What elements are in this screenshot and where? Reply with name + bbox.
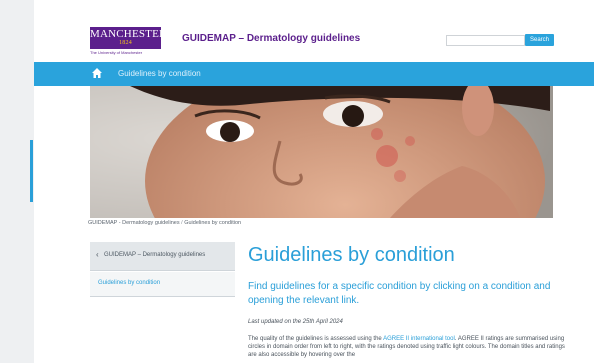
breadcrumb: GUIDEMAP - Dermatology guidelines / Guid… [88,220,241,226]
page-title: Guidelines by condition [248,244,455,266]
body-text: The quality of the guidelines is assesse… [248,335,570,359]
hero-photo [90,86,553,218]
breadcrumb-current: Guidelines by condition [184,220,242,226]
nav-bar: Guidelines by condition [34,62,594,86]
sidebar-item-label: Guidelines by condition [98,280,161,286]
breadcrumb-home[interactable]: GUIDEMAP - Dermatology guidelines [88,220,180,226]
agree-tool-link[interactable]: AGREE II international tool [383,336,455,342]
logo-year: 1824 [119,40,132,46]
site-title[interactable]: GUIDEMAP – Dermatology guidelines [182,33,360,44]
intro-text: Find guidelines for a specific condition… [248,281,551,306]
search-input[interactable] [446,35,525,46]
sidebar-back-link[interactable]: ‹ GUIDEMAP – Dermatology guidelines [90,242,235,271]
nav-link-guidelines[interactable]: Guidelines by condition [118,69,201,78]
body-text-start: The quality of the guidelines is assesse… [248,336,384,342]
breadcrumb-separator: / [181,220,183,226]
hero-image [90,86,553,218]
home-icon[interactable] [91,67,103,79]
chevron-left-icon: ‹ [96,250,99,259]
page: MANCHESTER 1824 The University of Manche… [34,0,594,363]
logo-text: MANCHESTER [90,28,167,40]
university-logo[interactable]: MANCHESTER 1824 [90,27,166,49]
last-updated: Last updated on the 25th April 2024 [248,319,343,325]
left-accent-bar [30,140,33,202]
sidebar-back-label: GUIDEMAP – Dermatology guidelines [104,252,206,258]
search-button[interactable]: Search [525,34,554,46]
logo-subtitle: The University of Manchester [90,50,143,55]
sidebar-item-guidelines-by-condition[interactable]: Guidelines by condition [90,272,235,297]
